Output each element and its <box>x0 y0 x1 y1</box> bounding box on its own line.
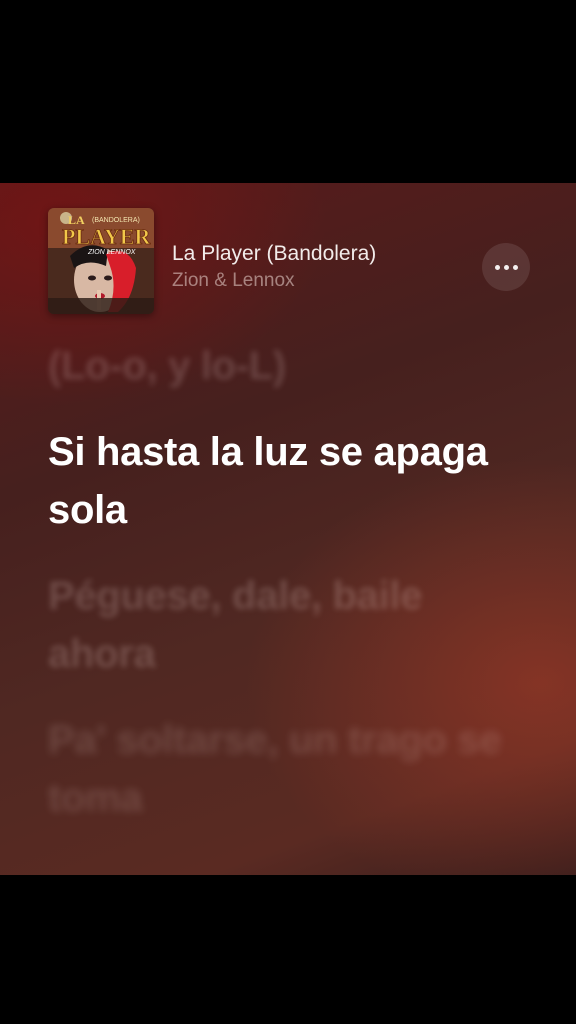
ellipsis-icon <box>494 264 518 270</box>
artwork-player-text: PLAYER <box>62 224 152 249</box>
lyrics-player: LA (BANDOLERA) PLAYER ZION LENNOX La Pla… <box>0 183 576 875</box>
artwork-bandolera-text: (BANDOLERA) <box>92 217 140 224</box>
artwork-artists-text: ZION LENNOX <box>87 249 136 256</box>
lyric-line-next[interactable]: Péguese, dale, baile ahora <box>48 567 528 683</box>
lyric-line-current[interactable]: Si hasta la luz se apaga sola <box>48 423 528 539</box>
album-artwork-image: LA (BANDOLERA) PLAYER ZION LENNOX <box>48 208 154 314</box>
now-playing-header: LA (BANDOLERA) PLAYER ZION LENNOX La Pla… <box>48 208 530 316</box>
dot <box>494 264 500 270</box>
lyric-line-after-next[interactable]: Pa' soltarse, un trago se toma <box>48 711 528 827</box>
album-artwork[interactable]: LA (BANDOLERA) PLAYER ZION LENNOX <box>48 208 154 314</box>
lyric-line-previous[interactable]: (Lo-o, y lo-L) <box>48 337 528 395</box>
more-options-button[interactable] <box>482 243 530 291</box>
screen: LA (BANDOLERA) PLAYER ZION LENNOX La Pla… <box>0 0 576 1024</box>
song-title: La Player (Bandolera) <box>172 242 377 265</box>
dot <box>512 264 518 270</box>
dot <box>503 264 509 270</box>
lyrics-list: (Lo-o, y lo-L) Si hasta la luz se apaga … <box>48 333 528 827</box>
artist-name[interactable]: Zion & Lennox <box>172 270 295 292</box>
